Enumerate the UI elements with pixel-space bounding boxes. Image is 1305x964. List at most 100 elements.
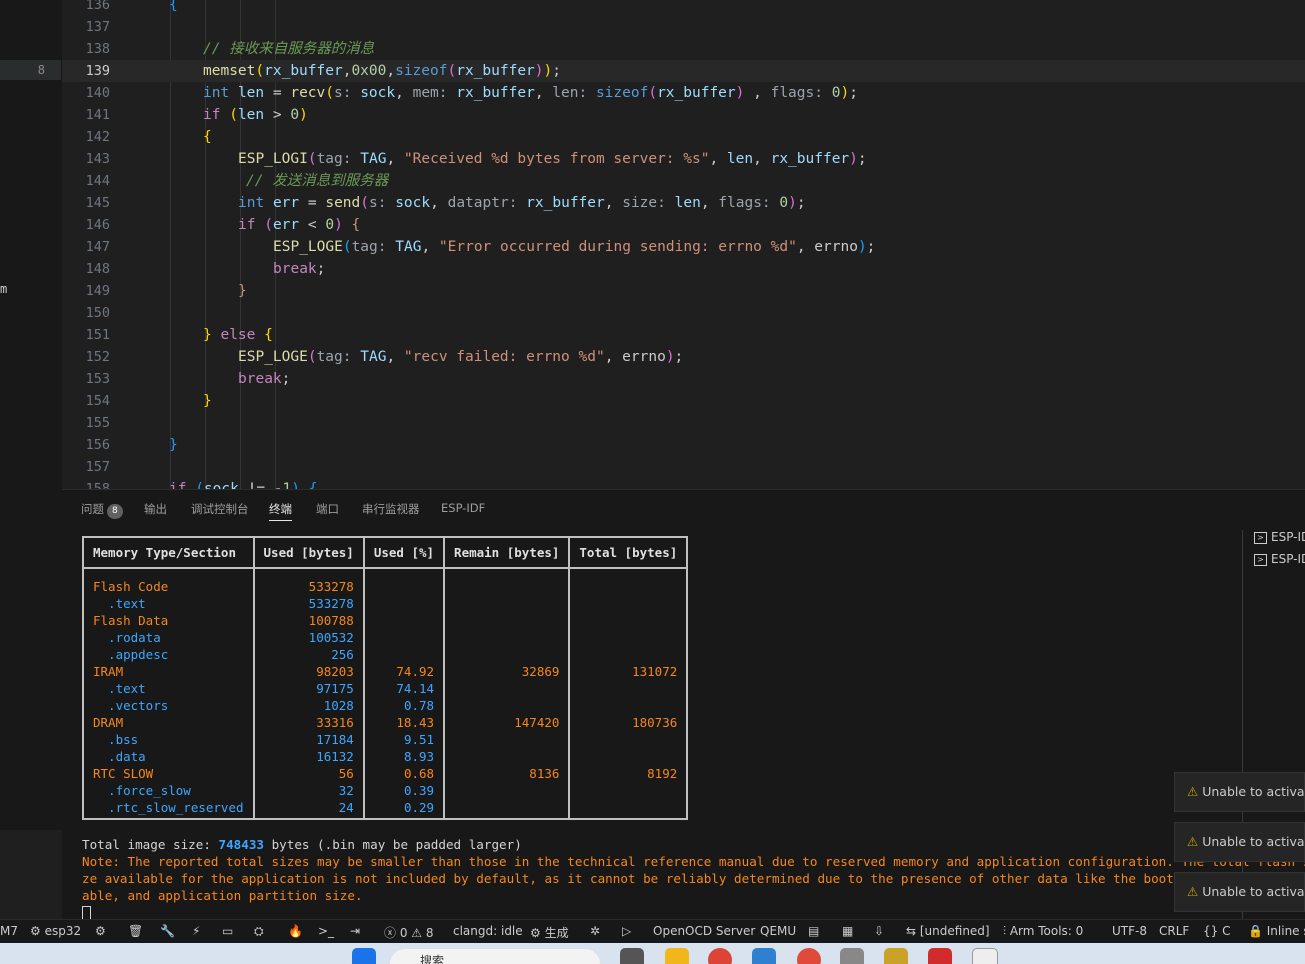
code-line[interactable]: 147 ESP_LOGE(tag: TAG, "Error occurred du… — [62, 236, 1305, 258]
code-line[interactable]: 155 — [62, 412, 1305, 434]
status-item-0[interactable]: M7 — [0, 924, 18, 938]
warning-icon: ⚠ — [1187, 784, 1199, 799]
status-item-22[interactable]: ⫶ Arm Tools: 0 — [1003, 924, 1083, 939]
status-item-6[interactable]: ▭ — [222, 924, 233, 938]
terminal-output[interactable]: Memory Type/Section Used [bytes] Used [%] R… — [82, 536, 689, 820]
status-item-4[interactable]: 🔧 — [160, 924, 175, 938]
status-item-8[interactable]: 🔥 — [288, 924, 303, 938]
taskview-icon[interactable] — [620, 948, 644, 964]
code-line[interactable]: 152 ESP_LOGE(tag: TAG, "recv failed: errn… — [62, 346, 1305, 368]
table-cell — [362, 612, 446, 629]
notification-toast[interactable]: ⚠Unable to activate — [1174, 772, 1305, 812]
code-line[interactable]: 140 int len = recv(s: sock, mem: rx_buffe… — [62, 82, 1305, 104]
start-icon[interactable] — [352, 948, 376, 964]
status-item-12[interactable]: clangd: idle — [453, 924, 523, 938]
status-item-9[interactable]: >_ — [318, 924, 334, 938]
total-suffix: bytes (.bin may be padded larger) — [263, 837, 522, 852]
code-text: ESP_LOGE(tag: TAG, "Error occurred durin… — [273, 239, 876, 255]
tab-2[interactable]: 调试控制台 — [191, 501, 249, 517]
code-line[interactable]: 138// 接收来自服务器的消息 — [62, 38, 1305, 60]
notes-icon[interactable] — [884, 948, 908, 964]
table-cell — [443, 731, 571, 748]
explorer-icon[interactable] — [665, 948, 689, 964]
tab-4[interactable]: 端口 — [316, 501, 339, 517]
status-item-14[interactable]: ✲ — [590, 924, 600, 938]
table-cell — [362, 646, 446, 663]
code-line[interactable]: 150 — [62, 302, 1305, 324]
table-cell — [362, 568, 446, 595]
code-line[interactable]: 139 memset(rx_buffer,0x00,sizeof(rx_buffe… — [62, 60, 1305, 82]
code-line[interactable]: 149} — [62, 280, 1305, 302]
table-cell: 0.68 — [362, 765, 446, 782]
code-line[interactable]: 151} else { — [62, 324, 1305, 346]
status-item-16[interactable]: OpenOCD Server — [653, 924, 755, 938]
code-line[interactable]: 136{ — [62, 0, 1305, 16]
code-line[interactable]: 137 — [62, 16, 1305, 38]
status-item-1[interactable]: ⚙ esp32 — [30, 924, 81, 938]
table-cell: .rtc_slow_reserved — [82, 799, 255, 820]
sidebar-fragment: m — [0, 282, 8, 296]
table-row: IRAM 98203 74.92 32869 131072 — [82, 663, 689, 680]
status-item-7[interactable]: ⛭ — [254, 924, 264, 939]
status-item-24[interactable]: CRLF — [1159, 924, 1189, 938]
notification-toast[interactable]: ⚠Unable to activate — [1174, 872, 1305, 912]
table-cell: 98203 — [252, 663, 365, 680]
code-line[interactable]: 142{ — [62, 126, 1305, 148]
status-item-25[interactable]: {} C — [1203, 924, 1230, 938]
status-item-18[interactable]: ▤ — [808, 924, 819, 938]
tab-6[interactable]: ESP-IDF — [441, 501, 485, 515]
code-line[interactable]: 148 break; — [62, 258, 1305, 280]
vscode-icon[interactable] — [752, 948, 776, 964]
table-cell: 8.93 — [362, 748, 446, 765]
code-line[interactable]: 154} — [62, 390, 1305, 412]
tab-0[interactable]: 问题 8 — [81, 501, 123, 519]
table-cell: 97175 — [252, 680, 365, 697]
status-item-21[interactable]: ⇆ [undefined] — [906, 924, 990, 938]
status-item-13[interactable]: ⚙ 生成 — [530, 924, 569, 941]
status-item-15[interactable]: ▷ — [622, 924, 631, 938]
taskbar-search[interactable]: 搜索 — [390, 949, 600, 964]
code-line[interactable]: 143 ESP_LOGI(tag: TAG, "Received %d bytes… — [62, 148, 1305, 170]
code-line[interactable]: 144// 发送消息到服务器 — [62, 170, 1305, 192]
status-item-23[interactable]: UTF-8 — [1112, 924, 1147, 938]
code-line[interactable]: 141 if (len > 0) — [62, 104, 1305, 126]
tab-5[interactable]: 串行监视器 — [362, 501, 420, 517]
code-line[interactable]: 153 break; — [62, 368, 1305, 390]
code-text: if (len > 0) — [203, 107, 308, 123]
tab-3[interactable]: 终端 — [269, 501, 292, 521]
status-item-3[interactable]: 🗑 — [128, 924, 143, 938]
code-text: // 接收来自服务器的消息 — [203, 41, 375, 57]
settings-icon[interactable] — [840, 948, 864, 964]
code-line[interactable]: 156} — [62, 434, 1305, 456]
table-cell — [362, 629, 446, 646]
status-item-11[interactable]: ⓧ 0 ⚠ 8 — [384, 924, 433, 941]
table-cell: 32869 — [443, 663, 571, 680]
tab-1[interactable]: 输出 — [144, 501, 167, 517]
chrome-icon[interactable] — [708, 948, 732, 964]
code-line[interactable]: 157 — [62, 456, 1305, 478]
status-item-26[interactable]: 🔒 Inline s — [1248, 924, 1305, 938]
app-icon[interactable] — [928, 948, 952, 964]
table-cell: .text — [82, 595, 255, 612]
table-cell: 0.29 — [362, 799, 446, 820]
line-number: 137 — [85, 19, 110, 35]
app-icon[interactable] — [797, 948, 821, 964]
table-cell: 100532 — [252, 629, 365, 646]
terminal-item[interactable]: >ESP-IDF — [1254, 530, 1305, 544]
code-line[interactable]: 146 if (err < 0) { — [62, 214, 1305, 236]
notification-toast[interactable]: ⚠Unable to activate — [1174, 822, 1305, 862]
status-item-10[interactable]: ⇥ — [350, 924, 360, 938]
code-line[interactable]: 158 if (sock != -1) { — [62, 478, 1305, 489]
terminal-item[interactable]: >ESP-IDF — [1254, 552, 1305, 566]
table-row: .rtc_slow_reserved 24 0.29 — [82, 799, 689, 820]
window-icon[interactable] — [972, 948, 998, 964]
table-cell: 533278 — [252, 568, 365, 595]
status-item-17[interactable]: QEMU — [760, 924, 796, 938]
code-line[interactable]: 145 int err = send(s: sock, dataptr: rx_b… — [62, 192, 1305, 214]
code-text: } — [203, 393, 212, 409]
status-item-19[interactable]: ▦ — [842, 924, 853, 938]
status-item-20[interactable]: ⇩ — [874, 924, 884, 938]
code-editor[interactable]: 136{ 137 138// 接收来自服务器的消息 139 memset(rx_buff… — [62, 0, 1305, 489]
status-item-2[interactable]: ⚙ — [95, 924, 106, 938]
status-item-5[interactable]: ⚡ — [192, 924, 200, 938]
